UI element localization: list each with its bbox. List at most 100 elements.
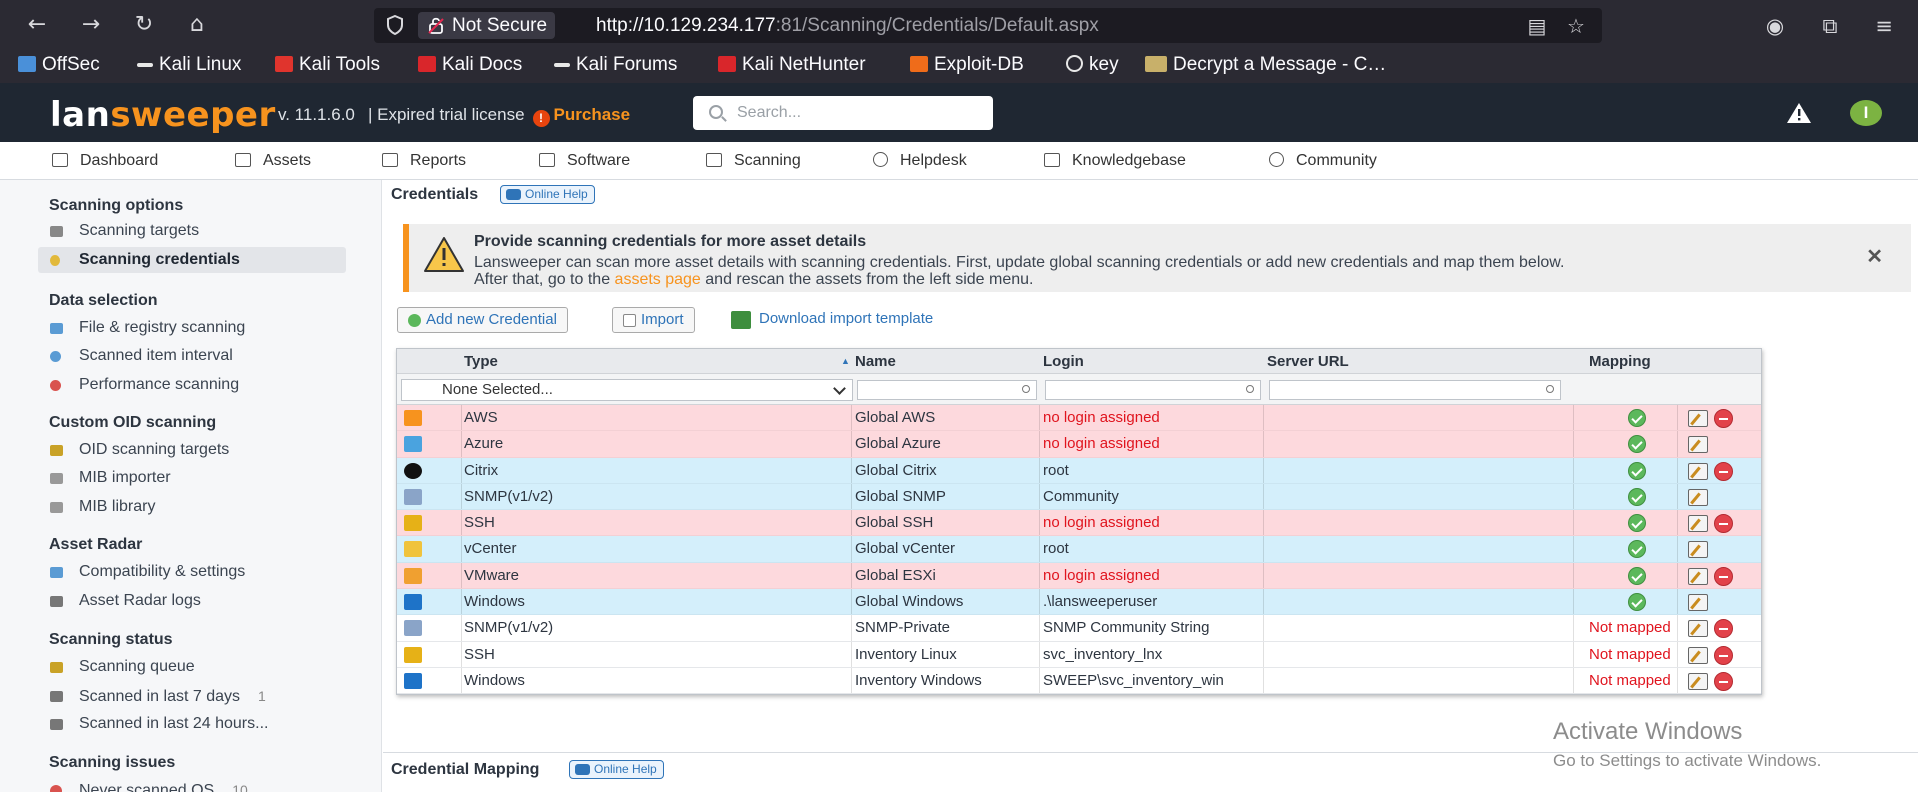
table-row[interactable]: Windows Inventory Windows SWEEP\svc_invent… (397, 667, 1761, 695)
bookmark-exploit-db[interactable]: Exploit-DB (910, 51, 1024, 79)
delete-icon[interactable] (1714, 671, 1733, 691)
sidebar-item-label: Scanning credentials (79, 251, 240, 268)
nav-assets[interactable]: Assets (235, 142, 311, 180)
column-type[interactable]: Type (464, 349, 498, 374)
section-title: Credential Mapping (391, 761, 540, 778)
sidebar-item-mib-library[interactable]: MIB library (38, 494, 346, 520)
nav-helpdesk[interactable]: Helpdesk (873, 142, 967, 180)
delete-icon[interactable] (1714, 619, 1733, 639)
table-row[interactable]: VMware Global ESXi no login assigned (397, 562, 1761, 590)
edit-icon[interactable] (1688, 515, 1708, 533)
type-cell: SSH (464, 514, 495, 532)
extensions-icon[interactable]: ⧉ (1816, 12, 1844, 40)
table-row[interactable]: SNMP(v1/v2) SNMP-Private SNMP Community St… (397, 615, 1761, 642)
edit-icon[interactable] (1688, 410, 1708, 427)
menu-hamburger-icon[interactable]: ≡ (1870, 12, 1898, 40)
edit-icon[interactable] (1688, 488, 1708, 506)
column-name[interactable]: Name (855, 349, 896, 374)
sidebar-item-never-scanned-os[interactable]: Never scanned OS 10 (38, 777, 346, 792)
sidebar-item-scanning-credentials[interactable]: Scanning credentials (38, 247, 346, 273)
search-input[interactable]: Search... (693, 96, 993, 130)
bookmark-star-icon[interactable]: ☆ (1564, 14, 1588, 38)
column-login[interactable]: Login (1043, 349, 1084, 374)
import-button[interactable]: Import (612, 307, 695, 333)
sidebar-item-asset-radar-logs[interactable]: Asset Radar logs (38, 588, 346, 614)
name-filter-input[interactable] (857, 380, 1037, 400)
sidebar-item-oid-targets[interactable]: OID scanning targets (38, 437, 346, 463)
edit-icon[interactable] (1688, 462, 1708, 480)
delete-icon[interactable] (1714, 645, 1733, 665)
nav-dashboard[interactable]: Dashboard (52, 142, 158, 180)
reload-icon[interactable]: ↻ (131, 12, 157, 38)
bookmark-key[interactable]: key (1066, 51, 1119, 79)
edit-icon[interactable] (1688, 646, 1708, 664)
add-credential-button[interactable]: Add new Credential (397, 307, 568, 333)
bookmark-offsec[interactable]: OffSec (18, 51, 100, 79)
delete-icon[interactable] (1714, 461, 1733, 481)
lansweeper-logo[interactable]: lansweeper (50, 95, 276, 135)
table-row[interactable]: Citrix Global Citrix root (397, 457, 1761, 484)
column-server-url[interactable]: Server URL (1267, 349, 1349, 374)
back-arrow-icon[interactable]: ← (24, 12, 50, 38)
purchase-link[interactable]: Purchase (554, 105, 631, 124)
nav-software[interactable]: Software (539, 142, 630, 180)
table-row[interactable]: SSH Inventory Linux svc_inventory_lnx Not m… (397, 641, 1761, 668)
online-help-button[interactable]: Online Help (500, 185, 595, 204)
sidebar-item-scanned-7-days[interactable]: Scanned in last 7 days 1 (38, 683, 346, 709)
alert-triangle-icon[interactable] (1786, 101, 1812, 125)
shield-icon[interactable] (386, 15, 404, 35)
nav-scanning[interactable]: Scanning (706, 142, 801, 180)
sidebar-item-performance-scanning[interactable]: Performance scanning (38, 372, 346, 398)
edit-icon[interactable] (1688, 594, 1708, 612)
user-avatar[interactable]: I (1850, 100, 1882, 126)
table-row[interactable]: AWS Global AWS no login assigned (397, 405, 1761, 432)
bookmark-kali-forums[interactable]: Kali Forums (554, 51, 677, 79)
delete-icon[interactable] (1714, 566, 1733, 586)
forward-arrow-icon[interactable]: → (78, 12, 104, 38)
close-icon[interactable]: ✕ (1866, 244, 1883, 269)
login-filter-input[interactable] (1045, 380, 1261, 400)
table-row[interactable]: Windows Global Windows .\lansweeperuser (397, 589, 1761, 616)
reader-view-icon[interactable]: ▤ (1525, 14, 1549, 38)
server-filter-input[interactable] (1269, 380, 1561, 400)
edit-icon[interactable] (1688, 567, 1708, 585)
sidebar-item-scanning-queue[interactable]: Scanning queue (38, 654, 346, 680)
table-row[interactable]: vCenter Global vCenter root (397, 536, 1761, 563)
table-row[interactable]: SNMP(v1/v2) Global SNMP Community (397, 483, 1761, 511)
bookmark-kali-nethunter[interactable]: Kali NetHunter (718, 51, 866, 79)
delete-icon[interactable] (1714, 409, 1733, 428)
scanning-sidebar: Scanning options Scanning targets Scanni… (0, 180, 382, 792)
table-row[interactable]: SSH Global SSH no login assigned (397, 510, 1761, 537)
online-help-button[interactable]: Online Help (569, 760, 664, 779)
delete-icon[interactable] (1714, 514, 1733, 534)
edit-icon[interactable] (1688, 620, 1708, 638)
edit-icon[interactable] (1688, 541, 1708, 559)
nav-reports[interactable]: Reports (382, 142, 466, 180)
nav-knowledgebase[interactable]: Knowledgebase (1044, 142, 1186, 180)
sidebar-item-compatibility-settings[interactable]: Compatibility & settings (38, 559, 346, 585)
sidebar-item-scanned-24-hours[interactable]: Scanned in last 24 hours... (38, 711, 346, 737)
file-scan-icon (50, 323, 63, 334)
sidebar-item-file-registry[interactable]: File & registry scanning (38, 315, 346, 341)
sidebar-item-label: Scanned in last 24 hours... (79, 715, 269, 732)
column-mapping[interactable]: Mapping (1589, 349, 1651, 374)
url-text[interactable]: http://10.129.234.177:81/Scanning/Creden… (596, 8, 1099, 43)
sidebar-item-scanning-targets[interactable]: Scanning targets (38, 218, 346, 244)
not-secure-indicator[interactable]: Not Secure (418, 12, 556, 39)
bookmark-kali-tools[interactable]: Kali Tools (275, 51, 380, 79)
type-filter-select[interactable]: None Selected... (401, 379, 853, 401)
account-icon[interactable]: ◉ (1761, 12, 1789, 40)
bookmark-kali-docs[interactable]: Kali Docs (418, 51, 522, 79)
home-icon[interactable]: ⌂ (184, 12, 210, 38)
sidebar-item-scanned-interval[interactable]: Scanned item interval (38, 343, 346, 369)
sidebar-item-mib-importer[interactable]: MIB importer (38, 465, 346, 491)
table-row[interactable]: Azure Global Azure no login assigned (397, 431, 1761, 458)
edit-icon[interactable] (1688, 672, 1708, 690)
url-bar[interactable]: Not Secure http://10.129.234.177:81/Scan… (374, 8, 1602, 43)
assets-page-link[interactable]: assets page (615, 271, 701, 288)
download-template-link[interactable]: Download import template (731, 310, 933, 329)
nav-community[interactable]: Community (1269, 142, 1377, 180)
bookmark-kali-linux[interactable]: Kali Linux (137, 51, 241, 79)
bookmark-decrypt-message[interactable]: Decrypt a Message - C… (1145, 51, 1386, 79)
edit-icon[interactable] (1688, 436, 1708, 454)
